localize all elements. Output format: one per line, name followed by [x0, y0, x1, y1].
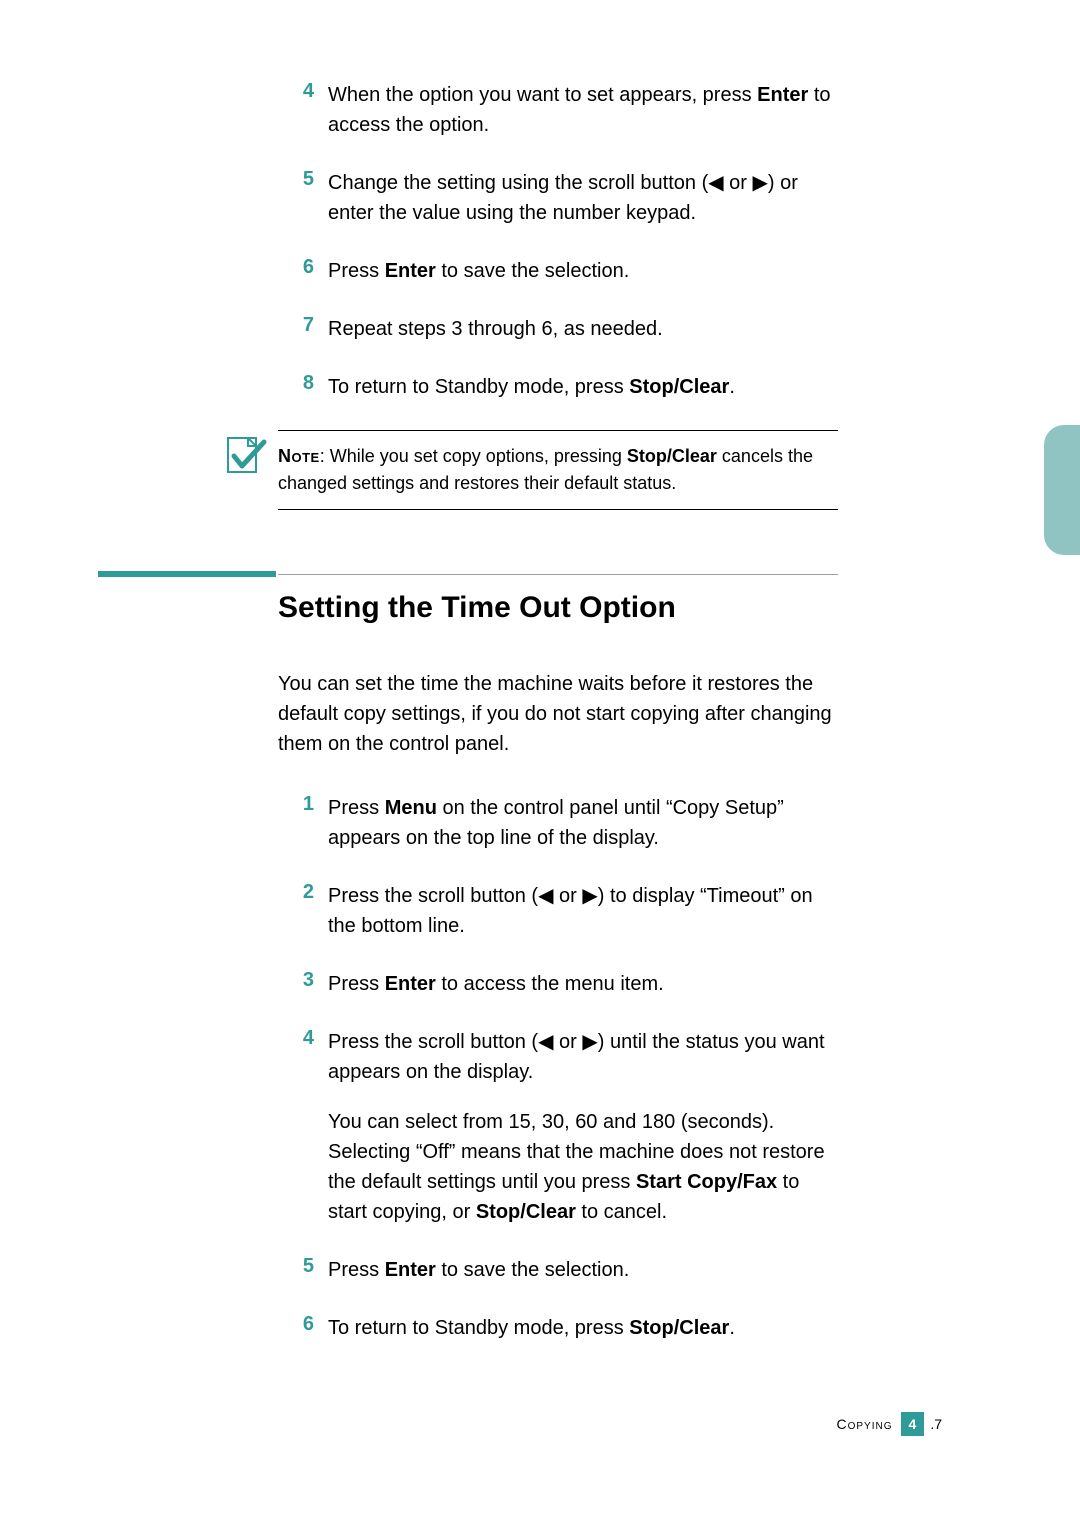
- step-list-continued: 4When the option you want to set appears…: [278, 80, 838, 402]
- step-item: 5Press Enter to save the selection.: [278, 1255, 838, 1285]
- step-item: 8To return to Standby mode, press Stop/C…: [278, 372, 838, 402]
- page-footer: Copying 4 .7: [837, 1412, 949, 1436]
- step-text: Change the setting using the scroll butt…: [328, 168, 838, 228]
- step-text: Press Enter to save the selection.: [328, 1255, 838, 1285]
- step-text: To return to Standby mode, press Stop/Cl…: [328, 372, 838, 402]
- heading-accent-bar: [98, 571, 276, 577]
- step-number: 1: [278, 793, 328, 853]
- step-item: 7Repeat steps 3 through 6, as needed.: [278, 314, 838, 344]
- step-list-timeout: 1Press Menu on the control panel until “…: [278, 793, 838, 1343]
- thumb-tab: [1044, 425, 1080, 555]
- step-text: Press the scroll button (◀ or ▶) to disp…: [328, 881, 838, 941]
- step-item: 5Change the setting using the scroll but…: [278, 168, 838, 228]
- step-text: Press Enter to access the menu item.: [328, 969, 838, 999]
- step-number: 4: [278, 1027, 328, 1227]
- intro-paragraph: You can set the time the machine waits b…: [278, 669, 838, 759]
- step-text: Press Enter to save the selection.: [328, 256, 838, 286]
- step-text: Press the scroll button (◀ or ▶) until t…: [328, 1027, 838, 1227]
- footer-section-label: Copying: [837, 1416, 893, 1432]
- step-item: 1Press Menu on the control panel until “…: [278, 793, 838, 853]
- step-text: To return to Standby mode, press Stop/Cl…: [328, 1313, 838, 1343]
- step-item: 3Press Enter to access the menu item.: [278, 969, 838, 999]
- step-text: When the option you want to set appears,…: [328, 80, 838, 140]
- step-item: 4When the option you want to set appears…: [278, 80, 838, 140]
- heading-rule: [278, 574, 838, 575]
- section-heading: Setting the Time Out Option: [278, 591, 838, 625]
- content-column: 4When the option you want to set appears…: [278, 80, 838, 1371]
- step-item: 6Press Enter to save the selection.: [278, 256, 838, 286]
- step-number: 5: [278, 1255, 328, 1285]
- step-number: 5: [278, 168, 328, 228]
- step-item: 4Press the scroll button (◀ or ▶) until …: [278, 1027, 838, 1227]
- step-text: Press Menu on the control panel until “C…: [328, 793, 838, 853]
- step-item: 6To return to Standby mode, press Stop/C…: [278, 1313, 838, 1343]
- footer-chapter-number: 4: [901, 1412, 925, 1436]
- note-checkmark-icon: [224, 434, 268, 478]
- step-number: 2: [278, 881, 328, 941]
- step-number: 6: [278, 1313, 328, 1343]
- footer-page-number: .7: [924, 1412, 948, 1436]
- note-block: Note: While you set copy options, pressi…: [278, 430, 838, 510]
- step-number: 7: [278, 314, 328, 344]
- step-item: 2Press the scroll button (◀ or ▶) to dis…: [278, 881, 838, 941]
- step-text: Repeat steps 3 through 6, as needed.: [328, 314, 838, 344]
- note-label: Note: [278, 446, 320, 466]
- step-number: 3: [278, 969, 328, 999]
- page: 4When the option you want to set appears…: [0, 0, 1080, 1526]
- step-number: 8: [278, 372, 328, 402]
- step-number: 6: [278, 256, 328, 286]
- step-number: 4: [278, 80, 328, 140]
- note-body: : While you set copy options, pressing S…: [278, 446, 813, 493]
